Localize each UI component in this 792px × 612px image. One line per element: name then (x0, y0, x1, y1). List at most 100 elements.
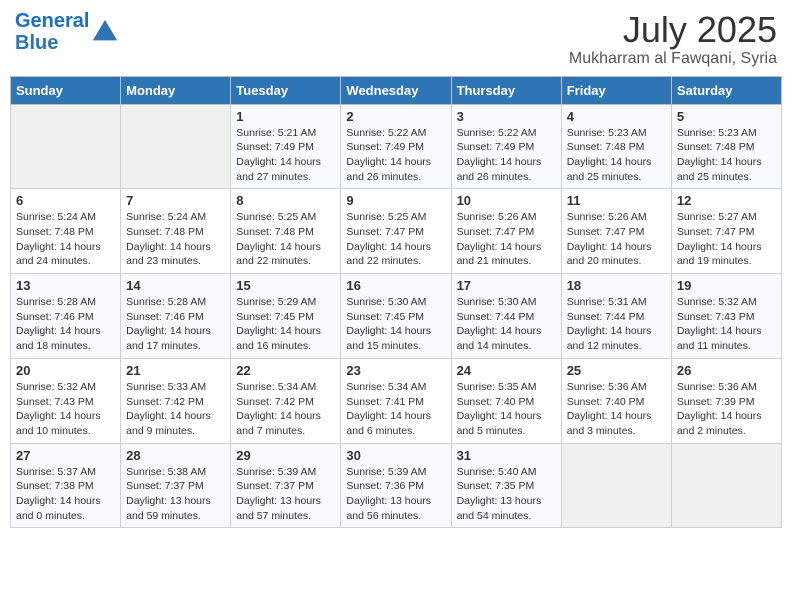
day-info: Sunrise: 5:34 AM Sunset: 7:41 PM Dayligh… (346, 380, 445, 439)
day-info: Sunrise: 5:31 AM Sunset: 7:44 PM Dayligh… (567, 295, 666, 354)
logo-icon (91, 18, 119, 46)
day-number: 26 (677, 363, 776, 378)
day-info: Sunrise: 5:22 AM Sunset: 7:49 PM Dayligh… (346, 126, 445, 185)
day-info: Sunrise: 5:24 AM Sunset: 7:48 PM Dayligh… (126, 210, 225, 269)
day-number: 28 (126, 448, 225, 463)
calendar-cell: 26 Sunrise: 5:36 AM Sunset: 7:39 PM Dayli… (671, 358, 781, 443)
calendar-cell: 21 Sunrise: 5:33 AM Sunset: 7:42 PM Dayli… (121, 358, 231, 443)
day-info: Sunrise: 5:37 AM Sunset: 7:38 PM Dayligh… (16, 465, 115, 524)
day-info: Sunrise: 5:23 AM Sunset: 7:48 PM Dayligh… (567, 126, 666, 185)
calendar-cell: 22 Sunrise: 5:34 AM Sunset: 7:42 PM Dayli… (231, 358, 341, 443)
calendar-cell: 9 Sunrise: 5:25 AM Sunset: 7:47 PM Daylig… (341, 189, 451, 274)
title-block: July 2025 Mukharram al Fawqani, Syria (569, 10, 777, 68)
day-number: 15 (236, 278, 335, 293)
day-number: 30 (346, 448, 445, 463)
calendar-cell: 12 Sunrise: 5:27 AM Sunset: 7:47 PM Dayli… (671, 189, 781, 274)
day-info: Sunrise: 5:25 AM Sunset: 7:48 PM Dayligh… (236, 210, 335, 269)
day-info: Sunrise: 5:27 AM Sunset: 7:47 PM Dayligh… (677, 210, 776, 269)
day-info: Sunrise: 5:35 AM Sunset: 7:40 PM Dayligh… (457, 380, 556, 439)
day-info: Sunrise: 5:29 AM Sunset: 7:45 PM Dayligh… (236, 295, 335, 354)
day-number: 16 (346, 278, 445, 293)
day-info: Sunrise: 5:30 AM Sunset: 7:45 PM Dayligh… (346, 295, 445, 354)
day-number: 3 (457, 109, 556, 124)
calendar-cell (11, 104, 121, 189)
day-number: 14 (126, 278, 225, 293)
day-number: 19 (677, 278, 776, 293)
calendar-cell: 10Sunrise: 5:26 AM Sunset: 7:47 PM Dayli… (451, 189, 561, 274)
calendar-cell: 23 Sunrise: 5:34 AM Sunset: 7:41 PM Dayli… (341, 358, 451, 443)
calendar-cell: 3Sunrise: 5:22 AM Sunset: 7:49 PM Daylig… (451, 104, 561, 189)
calendar-cell: 8 Sunrise: 5:25 AM Sunset: 7:48 PM Daylig… (231, 189, 341, 274)
week-row-3: 13 Sunrise: 5:28 AM Sunset: 7:46 PM Dayli… (11, 274, 782, 359)
calendar-cell: 6Sunrise: 5:24 AM Sunset: 7:48 PM Daylig… (11, 189, 121, 274)
week-row-1: 1 Sunrise: 5:21 AM Sunset: 7:49 PM Daylig… (11, 104, 782, 189)
day-number: 1 (236, 109, 335, 124)
day-info: Sunrise: 5:39 AM Sunset: 7:36 PM Dayligh… (346, 465, 445, 524)
calendar-cell: 28 Sunrise: 5:38 AM Sunset: 7:37 PM Dayli… (121, 443, 231, 528)
day-number: 11 (567, 193, 666, 208)
calendar-cell: 27 Sunrise: 5:37 AM Sunset: 7:38 PM Dayli… (11, 443, 121, 528)
day-number: 21 (126, 363, 225, 378)
day-number: 17 (457, 278, 556, 293)
header-day-monday: Monday (121, 76, 231, 104)
calendar-cell: 29 Sunrise: 5:39 AM Sunset: 7:37 PM Dayli… (231, 443, 341, 528)
day-info: Sunrise: 5:33 AM Sunset: 7:42 PM Dayligh… (126, 380, 225, 439)
day-number: 31 (457, 448, 556, 463)
day-number: 22 (236, 363, 335, 378)
day-number: 9 (346, 193, 445, 208)
day-number: 29 (236, 448, 335, 463)
calendar-cell: 14 Sunrise: 5:28 AM Sunset: 7:46 PM Dayli… (121, 274, 231, 359)
calendar-cell: 11Sunrise: 5:26 AM Sunset: 7:47 PM Dayli… (561, 189, 671, 274)
day-info: Sunrise: 5:36 AM Sunset: 7:39 PM Dayligh… (677, 380, 776, 439)
week-row-4: 20Sunrise: 5:32 AM Sunset: 7:43 PM Dayli… (11, 358, 782, 443)
day-info: Sunrise: 5:30 AM Sunset: 7:44 PM Dayligh… (457, 295, 556, 354)
calendar-cell: 18 Sunrise: 5:31 AM Sunset: 7:44 PM Dayli… (561, 274, 671, 359)
day-number: 8 (236, 193, 335, 208)
calendar-cell: 17 Sunrise: 5:30 AM Sunset: 7:44 PM Dayli… (451, 274, 561, 359)
calendar-cell: 20Sunrise: 5:32 AM Sunset: 7:43 PM Dayli… (11, 358, 121, 443)
day-number: 18 (567, 278, 666, 293)
day-info: Sunrise: 5:40 AM Sunset: 7:35 PM Dayligh… (457, 465, 556, 524)
header-day-tuesday: Tuesday (231, 76, 341, 104)
day-number: 4 (567, 109, 666, 124)
day-info: Sunrise: 5:26 AM Sunset: 7:47 PM Dayligh… (457, 210, 556, 269)
day-number: 6 (16, 193, 115, 208)
day-info: Sunrise: 5:25 AM Sunset: 7:47 PM Dayligh… (346, 210, 445, 269)
day-number: 12 (677, 193, 776, 208)
day-number: 13 (16, 278, 115, 293)
header-day-friday: Friday (561, 76, 671, 104)
week-row-5: 27 Sunrise: 5:37 AM Sunset: 7:38 PM Dayli… (11, 443, 782, 528)
calendar-cell: 30 Sunrise: 5:39 AM Sunset: 7:36 PM Dayli… (341, 443, 451, 528)
calendar-cell: 2 Sunrise: 5:22 AM Sunset: 7:49 PM Daylig… (341, 104, 451, 189)
day-number: 2 (346, 109, 445, 124)
logo-text: General Blue (15, 10, 89, 54)
calendar-cell: 19 Sunrise: 5:32 AM Sunset: 7:43 PM Dayli… (671, 274, 781, 359)
day-info: Sunrise: 5:39 AM Sunset: 7:37 PM Dayligh… (236, 465, 335, 524)
calendar-cell: 15 Sunrise: 5:29 AM Sunset: 7:45 PM Dayli… (231, 274, 341, 359)
calendar-cell: 1 Sunrise: 5:21 AM Sunset: 7:49 PM Daylig… (231, 104, 341, 189)
logo: General Blue (15, 10, 119, 54)
day-number: 7 (126, 193, 225, 208)
calendar-cell: 4 Sunrise: 5:23 AM Sunset: 7:48 PM Daylig… (561, 104, 671, 189)
calendar-cell: 13 Sunrise: 5:28 AM Sunset: 7:46 PM Dayli… (11, 274, 121, 359)
day-number: 27 (16, 448, 115, 463)
day-info: Sunrise: 5:28 AM Sunset: 7:46 PM Dayligh… (126, 295, 225, 354)
calendar-cell: 24Sunrise: 5:35 AM Sunset: 7:40 PM Dayli… (451, 358, 561, 443)
day-info: Sunrise: 5:32 AM Sunset: 7:43 PM Dayligh… (677, 295, 776, 354)
day-info: Sunrise: 5:28 AM Sunset: 7:46 PM Dayligh… (16, 295, 115, 354)
day-number: 23 (346, 363, 445, 378)
day-info: Sunrise: 5:38 AM Sunset: 7:37 PM Dayligh… (126, 465, 225, 524)
day-info: Sunrise: 5:23 AM Sunset: 7:48 PM Dayligh… (677, 126, 776, 185)
header-day-thursday: Thursday (451, 76, 561, 104)
day-info: Sunrise: 5:36 AM Sunset: 7:40 PM Dayligh… (567, 380, 666, 439)
day-number: 25 (567, 363, 666, 378)
day-info: Sunrise: 5:34 AM Sunset: 7:42 PM Dayligh… (236, 380, 335, 439)
page-header: General Blue July 2025 Mukharram al Fawq… (10, 10, 782, 68)
header-row: SundayMondayTuesdayWednesdayThursdayFrid… (11, 76, 782, 104)
header-day-wednesday: Wednesday (341, 76, 451, 104)
day-info: Sunrise: 5:21 AM Sunset: 7:49 PM Dayligh… (236, 126, 335, 185)
header-day-saturday: Saturday (671, 76, 781, 104)
header-day-sunday: Sunday (11, 76, 121, 104)
calendar-cell: 16 Sunrise: 5:30 AM Sunset: 7:45 PM Dayli… (341, 274, 451, 359)
calendar-cell (121, 104, 231, 189)
